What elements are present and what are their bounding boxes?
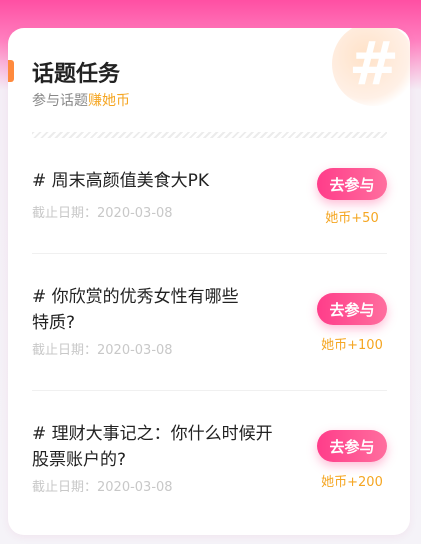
title-accent-bar [8,60,14,82]
task-item: # 你欣赏的优秀女性有哪些特质? 截止日期：2020-03-08 去参与 她币+… [32,284,387,394]
page-title: 话题任务 [32,62,121,87]
task-title[interactable]: # 周末高颜值美食大PK [32,168,282,194]
task-deadline: 截止日期：2020-03-08 [32,343,173,358]
task-divider [32,390,387,391]
reward-label: 她币+200 [321,475,383,490]
page-subtitle: 参与话题赚她币 [32,90,130,110]
task-deadline: 截止日期：2020-03-08 [32,480,173,495]
join-button[interactable]: 去参与 [317,430,387,462]
task-divider [32,253,387,254]
task-deadline: 截止日期：2020-03-08 [32,206,173,221]
task-title[interactable]: # 理财大事记之：你什么时候开股票账户的? [32,421,277,473]
reward-label: 她币+100 [321,338,383,353]
join-button[interactable]: 去参与 [317,168,387,200]
striped-divider [32,132,387,138]
join-button[interactable]: 去参与 [317,293,387,325]
subtitle-prefix: 参与话题 [32,93,88,109]
reward-label: 她币+50 [325,211,379,226]
task-item: # 理财大事记之：你什么时候开股票账户的? 截止日期：2020-03-08 去参… [32,421,387,531]
subtitle-highlight: 赚她币 [88,93,130,109]
task-title[interactable]: # 你欣赏的优秀女性有哪些特质? [32,284,252,336]
topic-task-card: # 话题任务 参与话题赚她币 # 周末高颜值美食大PK 截止日期：2020-03… [8,28,410,535]
hash-icon: # [332,28,410,106]
